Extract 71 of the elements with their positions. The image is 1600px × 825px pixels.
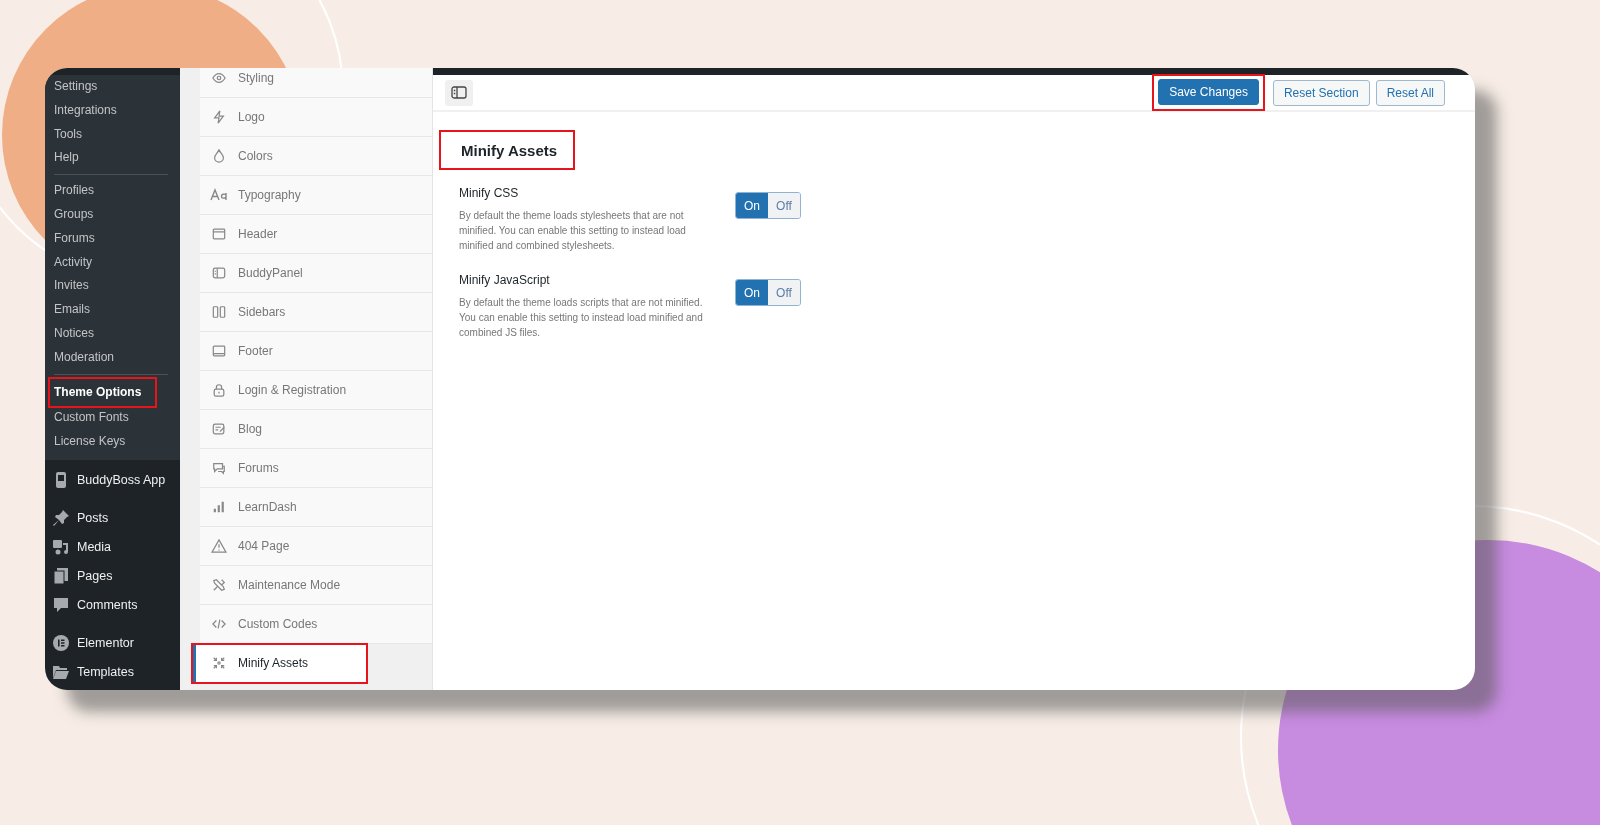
tools-icon xyxy=(210,578,228,592)
options-nav-item[interactable]: Colors xyxy=(200,137,432,176)
submenu-item[interactable]: Notices xyxy=(54,321,94,346)
submenu-item[interactable]: Moderation xyxy=(54,345,115,370)
menu-item[interactable]: Comments xyxy=(45,590,180,620)
option-description: By default the theme loads scripts that are not minified. You can enable this setting to instead load minified and combined JS files. xyxy=(459,296,704,340)
reset-button[interactable]: Reset All xyxy=(1375,79,1445,106)
media-icon xyxy=(53,539,69,556)
options-nav-item[interactable]: 404 Page xyxy=(200,527,432,566)
options-nav-item[interactable]: Sidebars xyxy=(200,293,432,332)
options-nav-item[interactable]: Header xyxy=(200,215,432,254)
menu-item[interactable]: Posts xyxy=(45,503,180,533)
submenu-item[interactable]: Profiles xyxy=(54,179,94,203)
options-nav-item[interactable]: Styling xyxy=(200,68,432,98)
options-nav-item[interactable]: Blog xyxy=(200,410,432,449)
options-nav-item[interactable]: Forums xyxy=(200,449,432,488)
warning-icon xyxy=(210,539,228,553)
save-button[interactable]: Save Changes xyxy=(1158,79,1259,105)
options-nav-item[interactable]: Maintenance Mode xyxy=(200,566,432,605)
options-nav-item[interactable]: Minify Assets xyxy=(192,644,367,683)
menu-item[interactable]: Pages xyxy=(45,561,180,591)
letters-icon xyxy=(210,188,228,202)
options-nav-item[interactable]: BuddyPanel xyxy=(200,254,432,293)
panel-icon xyxy=(210,266,228,280)
panel-toggle-button[interactable] xyxy=(445,79,473,106)
submenu-item[interactable]: Integrations xyxy=(54,98,117,123)
submenu-item[interactable]: Help xyxy=(54,146,79,171)
submenu-item[interactable]: License Keys xyxy=(54,430,126,454)
sidebar-panel-icon xyxy=(451,86,467,99)
option-description: By default the theme loads stylesheets that are not minified. You can enable this setting to instead load minified and combined stylesheets. xyxy=(459,209,687,253)
footer-icon xyxy=(210,344,228,358)
phone-icon xyxy=(53,472,69,489)
option-title: Minify CSS xyxy=(459,186,520,200)
submenu-item[interactable]: Forums xyxy=(54,226,95,251)
menu-item[interactable]: BuddyBoss App xyxy=(45,465,180,495)
submenu-item[interactable]: Activity xyxy=(54,250,92,275)
on-option[interactable]: On xyxy=(736,280,768,305)
columns-icon xyxy=(210,305,228,319)
reset-button[interactable]: Reset Section xyxy=(1272,79,1370,106)
options-nav-item[interactable]: LearnDash xyxy=(200,488,432,527)
submenu-item[interactable]: Theme Options xyxy=(50,378,156,407)
submenu-item[interactable]: Emails xyxy=(54,298,90,322)
options-nav-item[interactable]: Custom Codes xyxy=(200,605,432,644)
section-title: Minify Assets xyxy=(439,130,576,170)
window-icon xyxy=(210,227,228,241)
on-option[interactable]: On xyxy=(736,193,768,218)
eye-icon xyxy=(210,71,228,85)
options-nav-item[interactable]: Logo xyxy=(200,98,432,137)
off-option[interactable]: Off xyxy=(768,193,800,218)
code-icon xyxy=(210,617,228,631)
options-nav-item[interactable]: Typography xyxy=(200,176,432,215)
lightning-icon xyxy=(210,110,228,124)
folder-icon xyxy=(53,665,69,680)
submenu-item[interactable]: Invites xyxy=(54,274,89,299)
submenu-item[interactable]: Tools xyxy=(54,122,82,147)
options-nav-item[interactable]: Login & Registration xyxy=(200,371,432,410)
options-nav-item[interactable]: Footer xyxy=(200,332,432,371)
pages-icon xyxy=(53,568,69,585)
submenu-item[interactable]: Settings xyxy=(54,75,98,99)
menu-item[interactable]: Media xyxy=(45,532,180,562)
comment-icon xyxy=(53,597,69,614)
chat-bubbles-icon xyxy=(210,461,228,475)
menu-item[interactable]: Elementor xyxy=(45,628,180,658)
edit-note-icon xyxy=(210,422,228,436)
submenu-item[interactable]: Custom Fonts xyxy=(54,406,129,431)
off-option[interactable]: Off xyxy=(768,280,800,305)
menu-item[interactable]: Templates xyxy=(45,657,180,687)
submenu-item[interactable]: Groups xyxy=(54,203,94,227)
pin-icon xyxy=(53,510,69,527)
option-title: Minify JavaScript xyxy=(459,273,551,287)
circle-e-icon xyxy=(53,635,69,652)
